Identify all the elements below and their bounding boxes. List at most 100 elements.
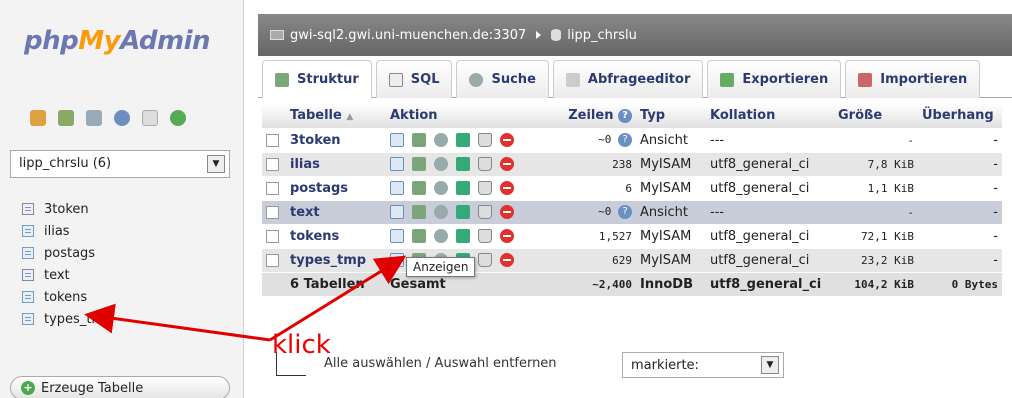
sidebar-table-text[interactable]: text xyxy=(22,264,112,286)
breadcrumb-separator-icon xyxy=(536,31,542,39)
tab-abfrageeditor[interactable]: Abfrageeditor xyxy=(552,60,704,98)
phpmyadmin-window: phpMyAdmin lipp_chrslu (6) ▼ 3token ilia… xyxy=(0,0,1012,398)
help-icon[interactable]: ? xyxy=(618,205,632,219)
import-icon xyxy=(858,72,873,87)
insert-icon[interactable] xyxy=(456,205,470,219)
drop-icon[interactable] xyxy=(500,133,514,147)
structure-icon[interactable] xyxy=(412,181,426,195)
home-icon[interactable] xyxy=(30,110,46,126)
structure-icon[interactable] xyxy=(412,133,426,147)
empty-icon[interactable] xyxy=(478,181,492,195)
search-icon xyxy=(469,72,484,87)
insert-icon[interactable] xyxy=(456,229,470,243)
header-rows[interactable]: Zeilen ? xyxy=(556,104,636,128)
breadcrumb-database[interactable]: lipp_chrslu xyxy=(567,28,637,43)
browse-icon[interactable] xyxy=(390,229,404,243)
browse-icon[interactable] xyxy=(390,253,404,267)
row-checkbox[interactable] xyxy=(266,181,279,195)
table-name[interactable]: ilias xyxy=(286,151,386,176)
drop-icon[interactable] xyxy=(500,253,514,267)
sidebar-table-ilias[interactable]: ilias xyxy=(22,220,112,242)
sidebar-table-types_tmp[interactable]: types_tmp xyxy=(22,308,112,330)
structure-icon xyxy=(275,72,289,87)
empty-icon[interactable] xyxy=(478,205,492,219)
search-icon[interactable] xyxy=(434,157,448,171)
table-header-row: Tabelle ▲ Aktion Zeilen ? Typ Kollation … xyxy=(262,104,1002,128)
view-icon xyxy=(22,269,34,281)
search-icon[interactable] xyxy=(434,205,448,219)
tab-suche[interactable]: Suche xyxy=(456,60,549,98)
summary-row: 6 Tabellen Gesamt ~2,400 InnoDB utf8_gen… xyxy=(262,271,1002,296)
browse-icon[interactable] xyxy=(390,133,404,147)
insert-icon[interactable] xyxy=(456,181,470,195)
sidebar: phpMyAdmin lipp_chrslu (6) ▼ 3token ilia… xyxy=(0,0,244,398)
drop-icon[interactable] xyxy=(500,229,514,243)
table-name[interactable]: types_tmp xyxy=(286,247,386,272)
tab-importieren[interactable]: Importieren xyxy=(845,60,981,98)
table-icon xyxy=(22,313,34,325)
browse-icon[interactable] xyxy=(390,157,404,171)
table-name[interactable]: 3token xyxy=(286,127,386,152)
drop-icon[interactable] xyxy=(500,181,514,195)
tab-sql[interactable]: SQL xyxy=(375,60,453,98)
table-icon xyxy=(22,225,34,237)
breadcrumb-server[interactable]: gwi-sql2.gwi.uni-muenchen.de:3307 xyxy=(290,28,526,43)
docs-icon[interactable] xyxy=(142,110,158,126)
empty-icon[interactable] xyxy=(478,253,492,267)
sidebar-table-tokens[interactable]: tokens xyxy=(22,286,112,308)
row-checkbox[interactable] xyxy=(266,229,279,243)
database-select-value: lipp_chrslu (6) xyxy=(19,156,112,171)
structure-icon[interactable] xyxy=(412,229,426,243)
sidebar-table-3token[interactable]: 3token xyxy=(22,198,112,220)
row-checkbox[interactable] xyxy=(266,133,279,147)
header-table[interactable]: Tabelle ▲ xyxy=(286,104,386,128)
header-size[interactable]: Größe xyxy=(834,104,918,128)
empty-icon[interactable] xyxy=(478,229,492,243)
query-window-icon[interactable] xyxy=(86,110,102,126)
reload-icon[interactable] xyxy=(170,110,186,126)
table-icon xyxy=(22,291,34,303)
header-action: Aktion xyxy=(386,104,556,128)
tab-struktur[interactable]: Struktur xyxy=(262,60,372,98)
structure-table: Tabelle ▲ Aktion Zeilen ? Typ Kollation … xyxy=(262,104,1002,296)
structure-icon[interactable] xyxy=(412,205,426,219)
create-table-button[interactable]: + Erzeuge Tabelle xyxy=(10,376,230,398)
header-type[interactable]: Typ xyxy=(636,104,706,128)
with-selected-select[interactable]: markierte: ▼ xyxy=(622,352,784,378)
insert-icon[interactable] xyxy=(456,133,470,147)
logout-icon[interactable] xyxy=(58,110,74,126)
phpmyadmin-logo[interactable]: phpMyAdmin xyxy=(24,26,211,56)
header-collation[interactable]: Kollation xyxy=(706,104,834,128)
select-all-link[interactable]: Alle auswählen / Auswahl entfernen xyxy=(324,356,557,371)
search-icon[interactable] xyxy=(434,181,448,195)
tab-bar: Struktur SQL Suche Abfrageeditor Exporti… xyxy=(258,60,1012,98)
help-icon[interactable]: ? xyxy=(618,133,632,147)
empty-icon[interactable] xyxy=(478,133,492,147)
drop-icon[interactable] xyxy=(500,205,514,219)
browse-icon[interactable] xyxy=(390,181,404,195)
browse-icon[interactable] xyxy=(390,205,404,219)
database-icon xyxy=(551,29,562,41)
breadcrumb: gwi-sql2.gwi.uni-muenchen.de:3307 lipp_c… xyxy=(258,14,1012,56)
table-name[interactable]: postags xyxy=(286,175,386,200)
sidebar-table-postags[interactable]: postags xyxy=(22,242,112,264)
empty-icon[interactable] xyxy=(478,157,492,171)
annotation-text: klick xyxy=(272,330,331,360)
tooltip-browse: Anzeigen xyxy=(406,257,476,277)
table-icon xyxy=(22,247,34,259)
header-overhead[interactable]: Überhang xyxy=(918,104,1002,128)
search-icon[interactable] xyxy=(434,229,448,243)
database-select[interactable]: lipp_chrslu (6) ▼ xyxy=(10,150,230,178)
row-checkbox[interactable] xyxy=(266,253,279,267)
search-icon[interactable] xyxy=(434,133,448,147)
insert-icon[interactable] xyxy=(456,157,470,171)
table-name[interactable]: text xyxy=(286,199,386,224)
help-icon[interactable] xyxy=(114,110,130,126)
drop-icon[interactable] xyxy=(500,157,514,171)
help-icon[interactable]: ? xyxy=(618,108,632,123)
row-checkbox[interactable] xyxy=(266,205,279,219)
tab-exportieren[interactable]: Exportieren xyxy=(707,60,842,98)
structure-icon[interactable] xyxy=(412,157,426,171)
table-name[interactable]: tokens xyxy=(286,223,386,248)
row-checkbox[interactable] xyxy=(266,157,279,171)
